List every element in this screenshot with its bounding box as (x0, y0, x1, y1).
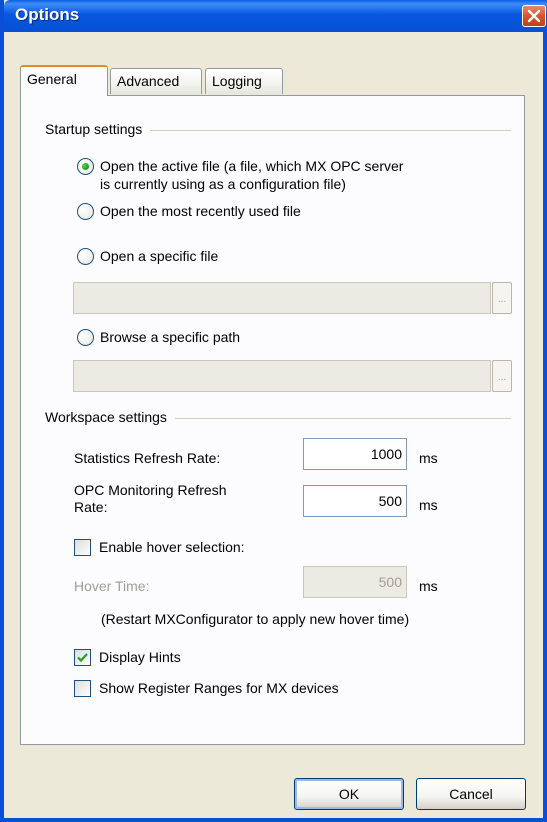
opc-refresh-unit: ms (419, 497, 438, 513)
general-tab-panel: Startup settings Open the active file (a… (20, 95, 525, 745)
workspace-group-label: Workspace settings (45, 409, 175, 425)
tab-advanced[interactable]: Advanced (110, 68, 202, 94)
stats-refresh-label: Statistics Refresh Rate: (74, 450, 221, 466)
specific-file-input[interactable] (73, 282, 491, 314)
hover-time-label: Hover Time: (74, 578, 150, 594)
window-title: Options (15, 5, 80, 24)
hover-selection-checkbox[interactable] (74, 539, 91, 556)
radio-open-recent-file-label: Open the most recently used file (100, 203, 301, 219)
opc-refresh-label-line2: Rate: (74, 499, 108, 515)
stats-refresh-input[interactable] (303, 438, 407, 470)
stats-refresh-unit: ms (419, 450, 438, 466)
ok-button[interactable]: OK (294, 778, 404, 810)
tab-general[interactable]: General (20, 65, 108, 96)
hover-time-input[interactable] (303, 566, 407, 598)
radio-open-active-file[interactable] (77, 158, 94, 175)
radio-open-recent-file[interactable] (77, 203, 94, 220)
specific-path-input[interactable] (73, 360, 491, 392)
display-hints-checkbox[interactable] (74, 649, 91, 666)
tab-general-label: General (27, 71, 77, 87)
radio-browse-path[interactable] (77, 329, 94, 346)
startup-group-label: Startup settings (45, 121, 151, 137)
opc-refresh-input[interactable] (303, 485, 407, 517)
opc-refresh-label-line1: OPC Monitoring Refresh (74, 482, 227, 498)
hover-selection-label: Enable hover selection: (99, 539, 245, 555)
radio-open-specific-file-label: Open a specific file (100, 248, 219, 264)
hover-time-unit: ms (419, 578, 438, 594)
cancel-button[interactable]: Cancel (416, 778, 526, 810)
register-ranges-label: Show Register Ranges for MX devices (99, 680, 339, 696)
checkmark-icon (77, 653, 88, 663)
radio-open-active-file-label-line2: is currently using as a configuration fi… (100, 176, 346, 192)
hover-restart-note: (Restart MXConfigurator to apply new hov… (101, 611, 410, 627)
radio-open-specific-file[interactable] (77, 248, 94, 265)
close-button[interactable] (522, 5, 546, 27)
title-bar[interactable]: Options (4, 0, 547, 32)
specific-path-browse-button[interactable]: ... (492, 360, 512, 392)
close-icon (527, 9, 541, 23)
specific-file-browse-button[interactable]: ... (492, 282, 512, 314)
tab-logging[interactable]: Logging (205, 68, 283, 94)
register-ranges-checkbox[interactable] (74, 680, 91, 697)
tab-advanced-label: Advanced (117, 73, 180, 89)
radio-browse-path-label: Browse a specific path (100, 329, 241, 345)
radio-open-active-file-label-line1: Open the active file (a file, which MX O… (100, 158, 404, 174)
display-hints-label: Display Hints (99, 649, 181, 665)
tab-logging-label: Logging (212, 73, 262, 89)
